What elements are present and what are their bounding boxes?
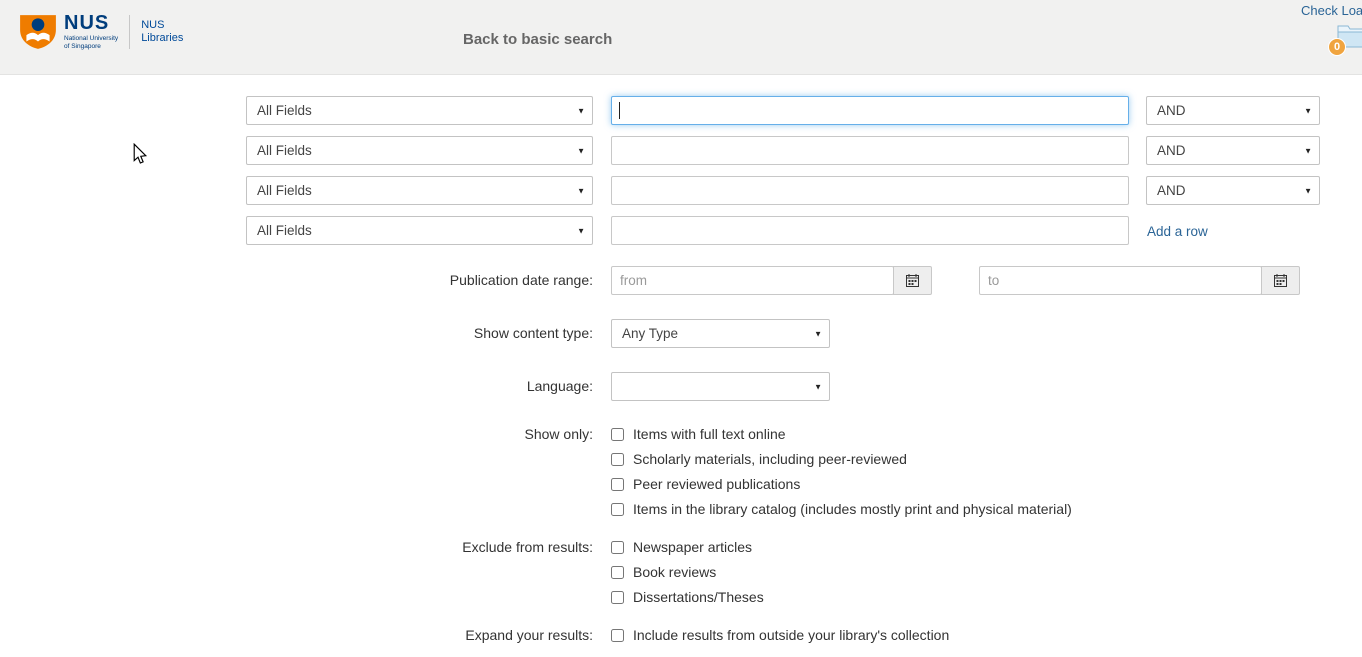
language-label: Language:: [526, 378, 593, 394]
checkbox-label: Scholarly materials, including peer-revi…: [633, 451, 907, 467]
show-only-option-peer-reviewed[interactable]: Peer reviewed publications: [611, 476, 800, 492]
search-term-input-row3[interactable]: [611, 176, 1129, 205]
caret-down-icon: ▼: [814, 382, 822, 391]
mouse-cursor: [133, 143, 148, 164]
calendar-icon: [906, 274, 919, 287]
date-to-input[interactable]: [979, 266, 1262, 295]
field-select-row3[interactable]: All Fields ▼: [246, 176, 593, 205]
checkbox-dissertations-theses[interactable]: [611, 590, 624, 604]
exclude-option-book-reviews[interactable]: Book reviews: [611, 564, 716, 580]
checkbox-book-reviews[interactable]: [611, 565, 624, 579]
checkbox-label: Book reviews: [633, 564, 717, 580]
add-row-link[interactable]: Add a row: [1147, 224, 1208, 239]
checkbox-label: Dissertations/Theses: [633, 589, 764, 605]
field-select-row2[interactable]: All Fields ▼: [246, 136, 593, 165]
checkbox-newspaper-articles[interactable]: [611, 540, 624, 554]
logo-lib-line1: NUS: [141, 18, 165, 31]
logo-divider: [129, 14, 131, 49]
show-only-option-library-catalog[interactable]: Items in the library catalog (includes m…: [611, 501, 1072, 517]
caret-down-icon: ▼: [577, 106, 585, 115]
logo-lib-line2: Libraries: [141, 31, 184, 44]
logo-acronym: NUS: [64, 12, 110, 34]
content-type-select[interactable]: Any Type ▼: [611, 319, 830, 348]
caret-down-icon: ▼: [577, 186, 585, 195]
operator-select-row2-value: AND: [1157, 143, 1186, 158]
search-term-input-row4[interactable]: [611, 216, 1129, 245]
field-select-row3-value: All Fields: [257, 183, 312, 198]
expand-label: Expand your results:: [465, 627, 593, 643]
checkbox-peer-reviewed[interactable]: [611, 477, 624, 491]
exclude-label: Exclude from results:: [462, 539, 593, 555]
back-to-basic-search-link[interactable]: Back to basic search: [463, 31, 612, 48]
checkbox-label: Peer reviewed publications: [633, 476, 801, 492]
expand-option-outside-collection[interactable]: Include results from outside your librar…: [611, 627, 949, 643]
saved-items-count-badge: 0: [1328, 38, 1346, 56]
show-only-label: Show only:: [524, 426, 593, 442]
checkbox-label: Newspaper articles: [633, 539, 753, 555]
date-from-input[interactable]: [611, 266, 894, 295]
exclude-option-newspaper[interactable]: Newspaper articles: [611, 539, 752, 555]
content-type-select-value: Any Type: [622, 326, 679, 341]
checkbox-scholarly-materials[interactable]: [611, 452, 624, 466]
caret-down-icon: ▼: [814, 329, 822, 338]
caret-down-icon: ▼: [577, 226, 585, 235]
field-select-row1[interactable]: All Fields ▼: [246, 96, 593, 125]
advanced-search-page: NUS National University of Singapore NUS…: [0, 0, 1362, 657]
checkbox-label: Include results from outside your librar…: [633, 627, 950, 643]
text-cursor: [619, 102, 620, 119]
search-term-input-row1[interactable]: [611, 96, 1129, 125]
calendar-icon: [1274, 274, 1287, 287]
checkbox-library-catalog[interactable]: [611, 502, 624, 516]
caret-down-icon: ▼: [1304, 106, 1312, 115]
calendar-button-to[interactable]: [1261, 266, 1300, 295]
logo-libraries-text: NUS Libraries: [141, 19, 183, 45]
calendar-button-from[interactable]: [893, 266, 932, 295]
field-select-row4[interactable]: All Fields ▼: [246, 216, 593, 245]
check-loans-link[interactable]: Check Loans: [1301, 3, 1362, 18]
show-only-option-scholarly[interactable]: Scholarly materials, including peer-revi…: [611, 451, 907, 467]
content-type-label: Show content type:: [473, 325, 593, 341]
checkbox-full-text-online[interactable]: [611, 427, 624, 441]
nus-logo[interactable]: NUS National University of Singapore NUS…: [18, 13, 183, 50]
operator-select-row3-value: AND: [1157, 183, 1186, 198]
checkbox-label: Items in the library catalog (includes m…: [633, 501, 1072, 517]
field-select-row4-value: All Fields: [257, 223, 312, 238]
show-only-option-full-text[interactable]: Items with full text online: [611, 426, 786, 442]
operator-select-row2[interactable]: AND ▼: [1146, 136, 1320, 165]
field-select-row2-value: All Fields: [257, 143, 312, 158]
operator-select-row1-value: AND: [1157, 103, 1186, 118]
operator-select-row1[interactable]: AND ▼: [1146, 96, 1320, 125]
checkbox-outside-collection[interactable]: [611, 628, 624, 642]
publication-date-label: Publication date range:: [449, 272, 593, 288]
header-bar: NUS National University of Singapore NUS…: [0, 0, 1362, 75]
logo-tagline: National University of Singapore: [64, 35, 118, 50]
field-select-row1-value: All Fields: [257, 103, 312, 118]
checkbox-label: Items with full text online: [633, 426, 786, 442]
operator-select-row3[interactable]: AND ▼: [1146, 176, 1320, 205]
exclude-option-dissertations[interactable]: Dissertations/Theses: [611, 589, 764, 605]
caret-down-icon: ▼: [1304, 146, 1312, 155]
logo-wordmark: NUS National University of Singapore: [64, 13, 118, 50]
logo-tagline-line2: of Singapore: [64, 42, 101, 50]
nus-crest-icon: [20, 14, 56, 49]
caret-down-icon: ▼: [1304, 186, 1312, 195]
caret-down-icon: ▼: [577, 146, 585, 155]
logo-tagline-line1: National University: [64, 35, 119, 42]
language-select[interactable]: ▼: [611, 372, 830, 401]
search-term-input-row2[interactable]: [611, 136, 1129, 165]
